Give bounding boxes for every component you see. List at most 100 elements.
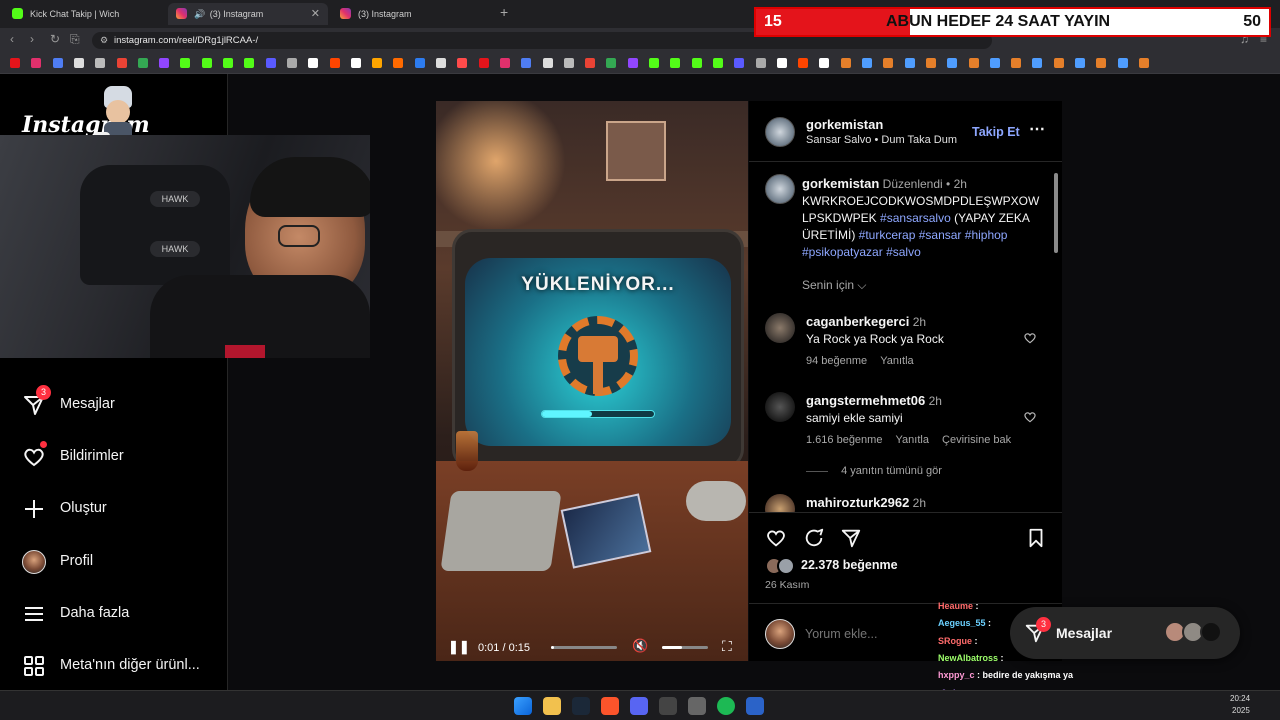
bookmark-favicon-icon[interactable] [414, 58, 425, 68]
bookmark-favicon-icon[interactable] [308, 58, 319, 68]
app-icon[interactable] [659, 697, 677, 715]
sidebar-item-notifications[interactable]: Bildirimler [22, 441, 222, 473]
bookmark-favicon-icon[interactable] [499, 58, 510, 68]
author-avatar[interactable] [765, 117, 795, 147]
video-progress[interactable] [551, 646, 617, 649]
caption-avatar[interactable] [765, 174, 795, 204]
bookmark-favicon-icon[interactable] [457, 58, 468, 68]
mute-icon[interactable]: 🔇 [632, 638, 648, 654]
like-count[interactable]: 22.378 beğenme [801, 558, 898, 572]
bookmark-favicon-icon[interactable] [947, 58, 958, 68]
comment-username[interactable]: caganberkegerci [806, 314, 909, 329]
comment-likes[interactable]: 1.616 beğenme [806, 434, 882, 446]
bookmark-favicon-icon[interactable] [883, 58, 894, 68]
reel-video[interactable]: YÜKLENİYOR... ❚❚ 0:01 / 0:15 🔇 ⛶ [436, 101, 748, 661]
comment-sort-dropdown[interactable]: Senin için ⌵ [802, 278, 866, 293]
comment-likes[interactable]: 94 beğenme [806, 355, 867, 367]
file-explorer-icon[interactable] [543, 697, 561, 715]
comment-username[interactable]: gangstermehmet06 [806, 393, 925, 408]
bookmark-favicon-icon[interactable] [904, 58, 915, 68]
view-replies[interactable]: 4 yanıtın tümünü gör [806, 465, 942, 477]
bookmark-favicon-icon[interactable] [1075, 58, 1085, 68]
bookmark-favicon-icon[interactable] [1032, 58, 1043, 68]
bookmark-favicon-icon[interactable] [819, 58, 830, 68]
hashtag[interactable]: #hiphop [965, 228, 1008, 242]
steam-icon[interactable] [572, 697, 590, 715]
bookmark-favicon-icon[interactable] [393, 58, 404, 68]
spotify-icon[interactable] [717, 697, 735, 715]
bookmark-favicon-icon[interactable] [436, 58, 446, 68]
bookmark-favicon-icon[interactable] [73, 58, 84, 68]
bookmark-favicon-icon[interactable] [734, 58, 745, 68]
bookmark-favicon-icon[interactable] [606, 58, 617, 68]
comment-input[interactable] [805, 625, 935, 643]
bookmark-favicon-icon[interactable] [329, 58, 340, 68]
bookmark-favicon-icon[interactable] [1117, 58, 1128, 68]
hashtag[interactable]: #salvo [886, 245, 921, 259]
comment-icon[interactable] [803, 527, 825, 549]
bookmark-favicon-icon[interactable] [1096, 58, 1107, 68]
bookmark-favicon-icon[interactable] [776, 58, 787, 68]
hashtag[interactable]: #sansarsalvo [880, 211, 951, 225]
bookmark-favicon-icon[interactable] [840, 58, 851, 68]
bookmark-favicon-icon[interactable] [52, 58, 63, 68]
pause-icon[interactable]: ❚❚ [448, 639, 470, 655]
brave-icon[interactable] [601, 697, 619, 715]
bookmark-favicon-icon[interactable] [521, 58, 532, 68]
close-tab-icon[interactable]: ✕ [311, 7, 320, 20]
forward-icon[interactable]: › [30, 32, 34, 46]
bookmark-favicon-icon[interactable] [755, 58, 766, 68]
bookmark-favicon-icon[interactable] [180, 58, 191, 68]
commenter-avatar[interactable] [765, 392, 795, 422]
music-info[interactable]: Sansar Salvo • Dum Taka Dum [806, 134, 957, 146]
app-icon[interactable] [746, 697, 764, 715]
hashtag[interactable]: #psikopatyazar [802, 245, 883, 259]
bookmark-favicon-icon[interactable] [670, 58, 681, 68]
commenter-avatar[interactable] [765, 313, 795, 343]
bookmark-favicon-icon[interactable] [95, 58, 106, 68]
tab-instagram-active[interactable]: 🔊 (3) Instagram ✕ [168, 3, 328, 25]
like-heart-icon[interactable] [765, 527, 787, 549]
tab-instagram[interactable]: (3) Instagram [332, 3, 492, 25]
bookmark-favicon-icon[interactable] [542, 58, 553, 68]
like-comment-heart-icon[interactable] [1023, 410, 1037, 424]
sidebar-item-meta[interactable]: Meta'nın diğer ürünl... [22, 652, 222, 682]
bookmark-favicon-icon[interactable] [116, 58, 127, 68]
bookmark-favicon-icon[interactable] [649, 58, 659, 68]
bookmark-favicon-icon[interactable] [1138, 58, 1149, 68]
fullscreen-icon[interactable]: ⛶ [722, 638, 732, 655]
sidebar-item-messages[interactable]: 3 Mesajlar [22, 385, 222, 421]
hashtag[interactable]: #turkcerap [859, 228, 916, 242]
follow-button[interactable]: Takip Et [972, 125, 1020, 139]
author-username[interactable]: gorkemistan [806, 117, 883, 132]
bookmark-favicon-icon[interactable] [1053, 58, 1064, 68]
translate-button[interactable]: Çevirisine bak [942, 434, 1011, 446]
likers-avatars[interactable] [765, 557, 801, 575]
hashtag[interactable]: #sansar [919, 228, 962, 242]
bookmark-favicon-icon[interactable] [201, 58, 212, 68]
bookmark-favicon-icon[interactable] [989, 58, 1000, 68]
save-bookmark-icon[interactable] [1025, 527, 1047, 549]
like-comment-heart-icon[interactable] [1023, 331, 1037, 345]
reply-button[interactable]: Yanıtla [896, 434, 929, 446]
bookmark-favicon-icon[interactable] [968, 58, 979, 68]
bookmark-favicon-icon[interactable] [563, 58, 574, 68]
sidebar-item-create[interactable]: Oluştur [22, 495, 222, 525]
bookmark-favicon-icon[interactable] [862, 58, 872, 68]
bookmark-favicon-icon[interactable] [286, 58, 297, 68]
bookmark-favicon-icon[interactable] [159, 58, 170, 68]
bookmark-favicon-icon[interactable] [223, 58, 233, 68]
bookmark-favicon-icon[interactable] [712, 58, 723, 68]
bookmark-favicon-icon[interactable] [31, 58, 42, 68]
volume-slider[interactable] [662, 646, 708, 649]
bookmark-favicon-icon[interactable] [798, 58, 809, 68]
comments-scrollbar[interactable] [1054, 173, 1058, 253]
bookmark-favicon-icon[interactable] [478, 58, 489, 68]
bookmark-favicon-icon[interactable] [350, 58, 361, 68]
bookmark-favicon-icon[interactable] [137, 58, 148, 68]
windows-start-icon[interactable] [514, 697, 532, 715]
share-icon[interactable] [840, 527, 862, 549]
bookmark-favicon-icon[interactable] [265, 58, 276, 68]
sidebar-item-more[interactable]: Daha fazla [22, 600, 222, 630]
comment-username[interactable]: mahirozturk2962 [806, 495, 909, 510]
